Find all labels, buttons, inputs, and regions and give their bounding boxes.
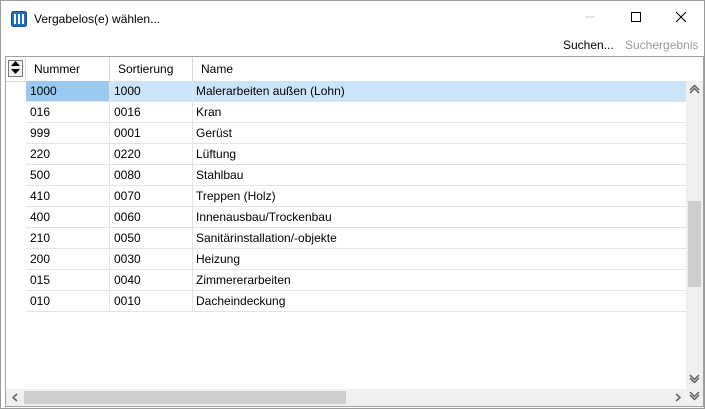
table-row[interactable]: 200 0030 Heizung — [26, 249, 686, 270]
chevron-down-icon — [689, 390, 700, 405]
table-row[interactable]: 015 0040 Zimmererarbeiten — [26, 270, 686, 291]
vertical-scroll-thumb[interactable] — [688, 201, 701, 287]
cell-nummer: 1000 — [26, 81, 110, 101]
sort-button[interactable] — [6, 57, 26, 80]
search-button[interactable]: Suchen... — [563, 38, 614, 52]
cell-nummer: 999 — [26, 123, 110, 143]
cell-name: Innenausbau/Trockenbau — [196, 210, 332, 224]
vertical-scrollbar[interactable] — [686, 81, 703, 389]
cell-name: Malerarbeiten außen (Lohn) — [196, 84, 345, 98]
scroll-up-button[interactable] — [686, 81, 703, 98]
cell-nummer: 410 — [26, 186, 110, 206]
cell-nummer: 210 — [26, 228, 110, 248]
cell-nummer: 500 — [26, 165, 110, 185]
lot-grid[interactable]: Nummer Sortierung Name 1000 1000 Malerar… — [5, 56, 704, 407]
column-header-nummer[interactable]: Nummer — [26, 57, 110, 81]
window-title: Vergabelos(e) wählen... — [34, 12, 161, 26]
cell-sortierung: 0010 — [110, 291, 193, 311]
close-button[interactable] — [658, 1, 704, 35]
column-header-sortierung[interactable]: Sortierung — [110, 57, 193, 81]
close-icon — [675, 11, 687, 25]
table-row[interactable]: 500 0080 Stahlbau — [26, 165, 686, 186]
table-row[interactable]: 1000 1000 Malerarbeiten außen (Lohn) — [26, 81, 686, 102]
cell-nummer: 016 — [26, 102, 110, 122]
cell-sortierung: 0016 — [110, 102, 193, 122]
cell-name: Kran — [196, 105, 222, 119]
cell-sortierung: 0220 — [110, 144, 193, 164]
cell-sortierung: 0050 — [110, 228, 193, 248]
table-row[interactable]: 999 0001 Gerüst — [26, 123, 686, 144]
dialog-window: Vergabelos(e) wählen... Suchen... Sucher… — [0, 0, 705, 409]
cell-sortierung: 0080 — [110, 165, 193, 185]
cell-name: Sanitärinstallation/-objekte — [196, 231, 337, 245]
cell-name: Dacheindeckung — [196, 294, 286, 308]
toolbar: Suchen... Suchergebnis — [1, 35, 704, 55]
table-row[interactable]: 220 0220 Lüftung — [26, 144, 686, 165]
maximize-icon — [631, 11, 641, 25]
cell-nummer: 010 — [26, 291, 110, 311]
cell-sortierung: 0001 — [110, 123, 193, 143]
cell-sortierung: 0040 — [110, 270, 193, 290]
cell-name: Zimmererarbeiten — [196, 273, 291, 287]
grid-header: Nummer Sortierung Name — [6, 57, 686, 82]
cell-sortierung: 1000 — [110, 81, 193, 101]
scroll-down-end-button[interactable] — [686, 389, 703, 406]
table-row[interactable]: 210 0050 Sanitärinstallation/-objekte — [26, 228, 686, 249]
horizontal-scroll-thumb[interactable] — [24, 391, 346, 404]
scroll-down-button[interactable] — [686, 372, 703, 389]
minimize-icon — [585, 11, 595, 25]
scroll-left-button[interactable] — [6, 389, 23, 406]
grid-rows: 1000 1000 Malerarbeiten außen (Lohn) 016… — [26, 81, 686, 312]
scroll-right-button[interactable] — [669, 389, 686, 406]
table-row[interactable]: 410 0070 Treppen (Holz) — [26, 186, 686, 207]
cell-sortierung: 0060 — [110, 207, 193, 227]
column-header-name[interactable]: Name — [193, 57, 686, 81]
cell-sortierung: 0070 — [110, 186, 193, 206]
chevron-down-icon — [689, 373, 700, 388]
sort-updown-icon — [11, 60, 20, 77]
table-row[interactable]: 010 0010 Dacheindeckung — [26, 291, 686, 312]
maximize-button[interactable] — [613, 1, 659, 35]
cell-nummer: 220 — [26, 144, 110, 164]
chevron-right-icon — [674, 391, 682, 405]
chevron-up-icon — [689, 83, 700, 97]
title-bar[interactable]: Vergabelos(e) wählen... — [1, 1, 704, 35]
table-row[interactable]: 400 0060 Innenausbau/Trockenbau — [26, 207, 686, 228]
search-result-button[interactable]: Suchergebnis — [625, 38, 698, 52]
table-row[interactable]: 016 0016 Kran — [26, 102, 686, 123]
cell-name: Lüftung — [196, 147, 237, 161]
cell-sortierung: 0030 — [110, 249, 193, 269]
cell-nummer: 200 — [26, 249, 110, 269]
cell-name: Stahlbau — [196, 168, 244, 182]
cell-nummer: 400 — [26, 207, 110, 227]
horizontal-scrollbar[interactable] — [6, 389, 703, 406]
minimize-button[interactable] — [567, 1, 613, 35]
chevron-left-icon — [11, 391, 19, 405]
cell-name: Treppen (Holz) — [196, 189, 276, 203]
cell-name: Heizung — [196, 252, 241, 266]
cell-name: Gerüst — [196, 126, 233, 140]
cell-nummer: 015 — [26, 270, 110, 290]
app-grid-icon — [11, 11, 27, 27]
